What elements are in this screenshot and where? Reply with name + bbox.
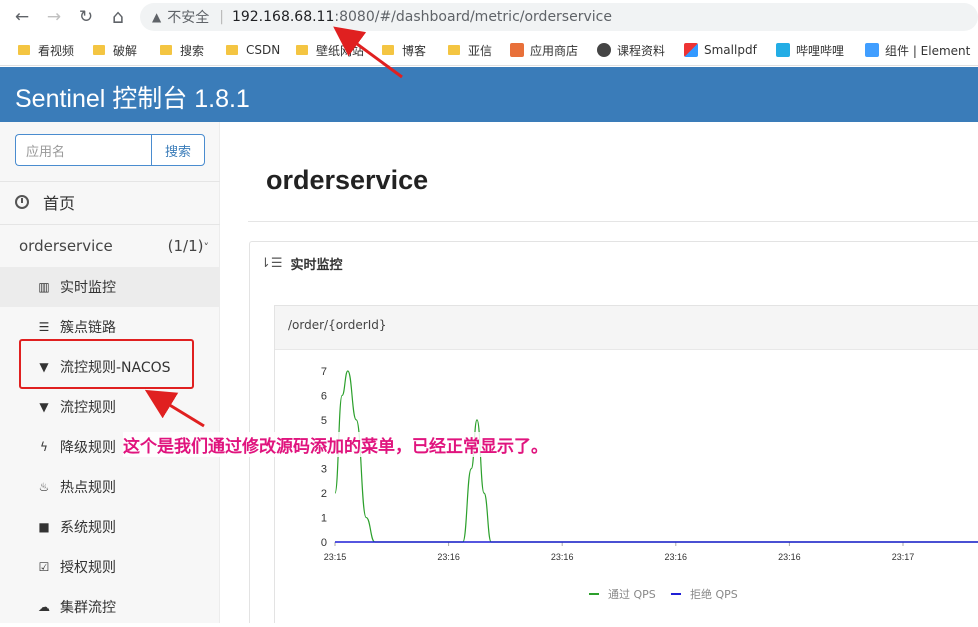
- arrow-to-url: [333, 26, 403, 79]
- arrow-to-menu: [144, 389, 205, 428]
- annotation-arrows: [144, 26, 403, 428]
